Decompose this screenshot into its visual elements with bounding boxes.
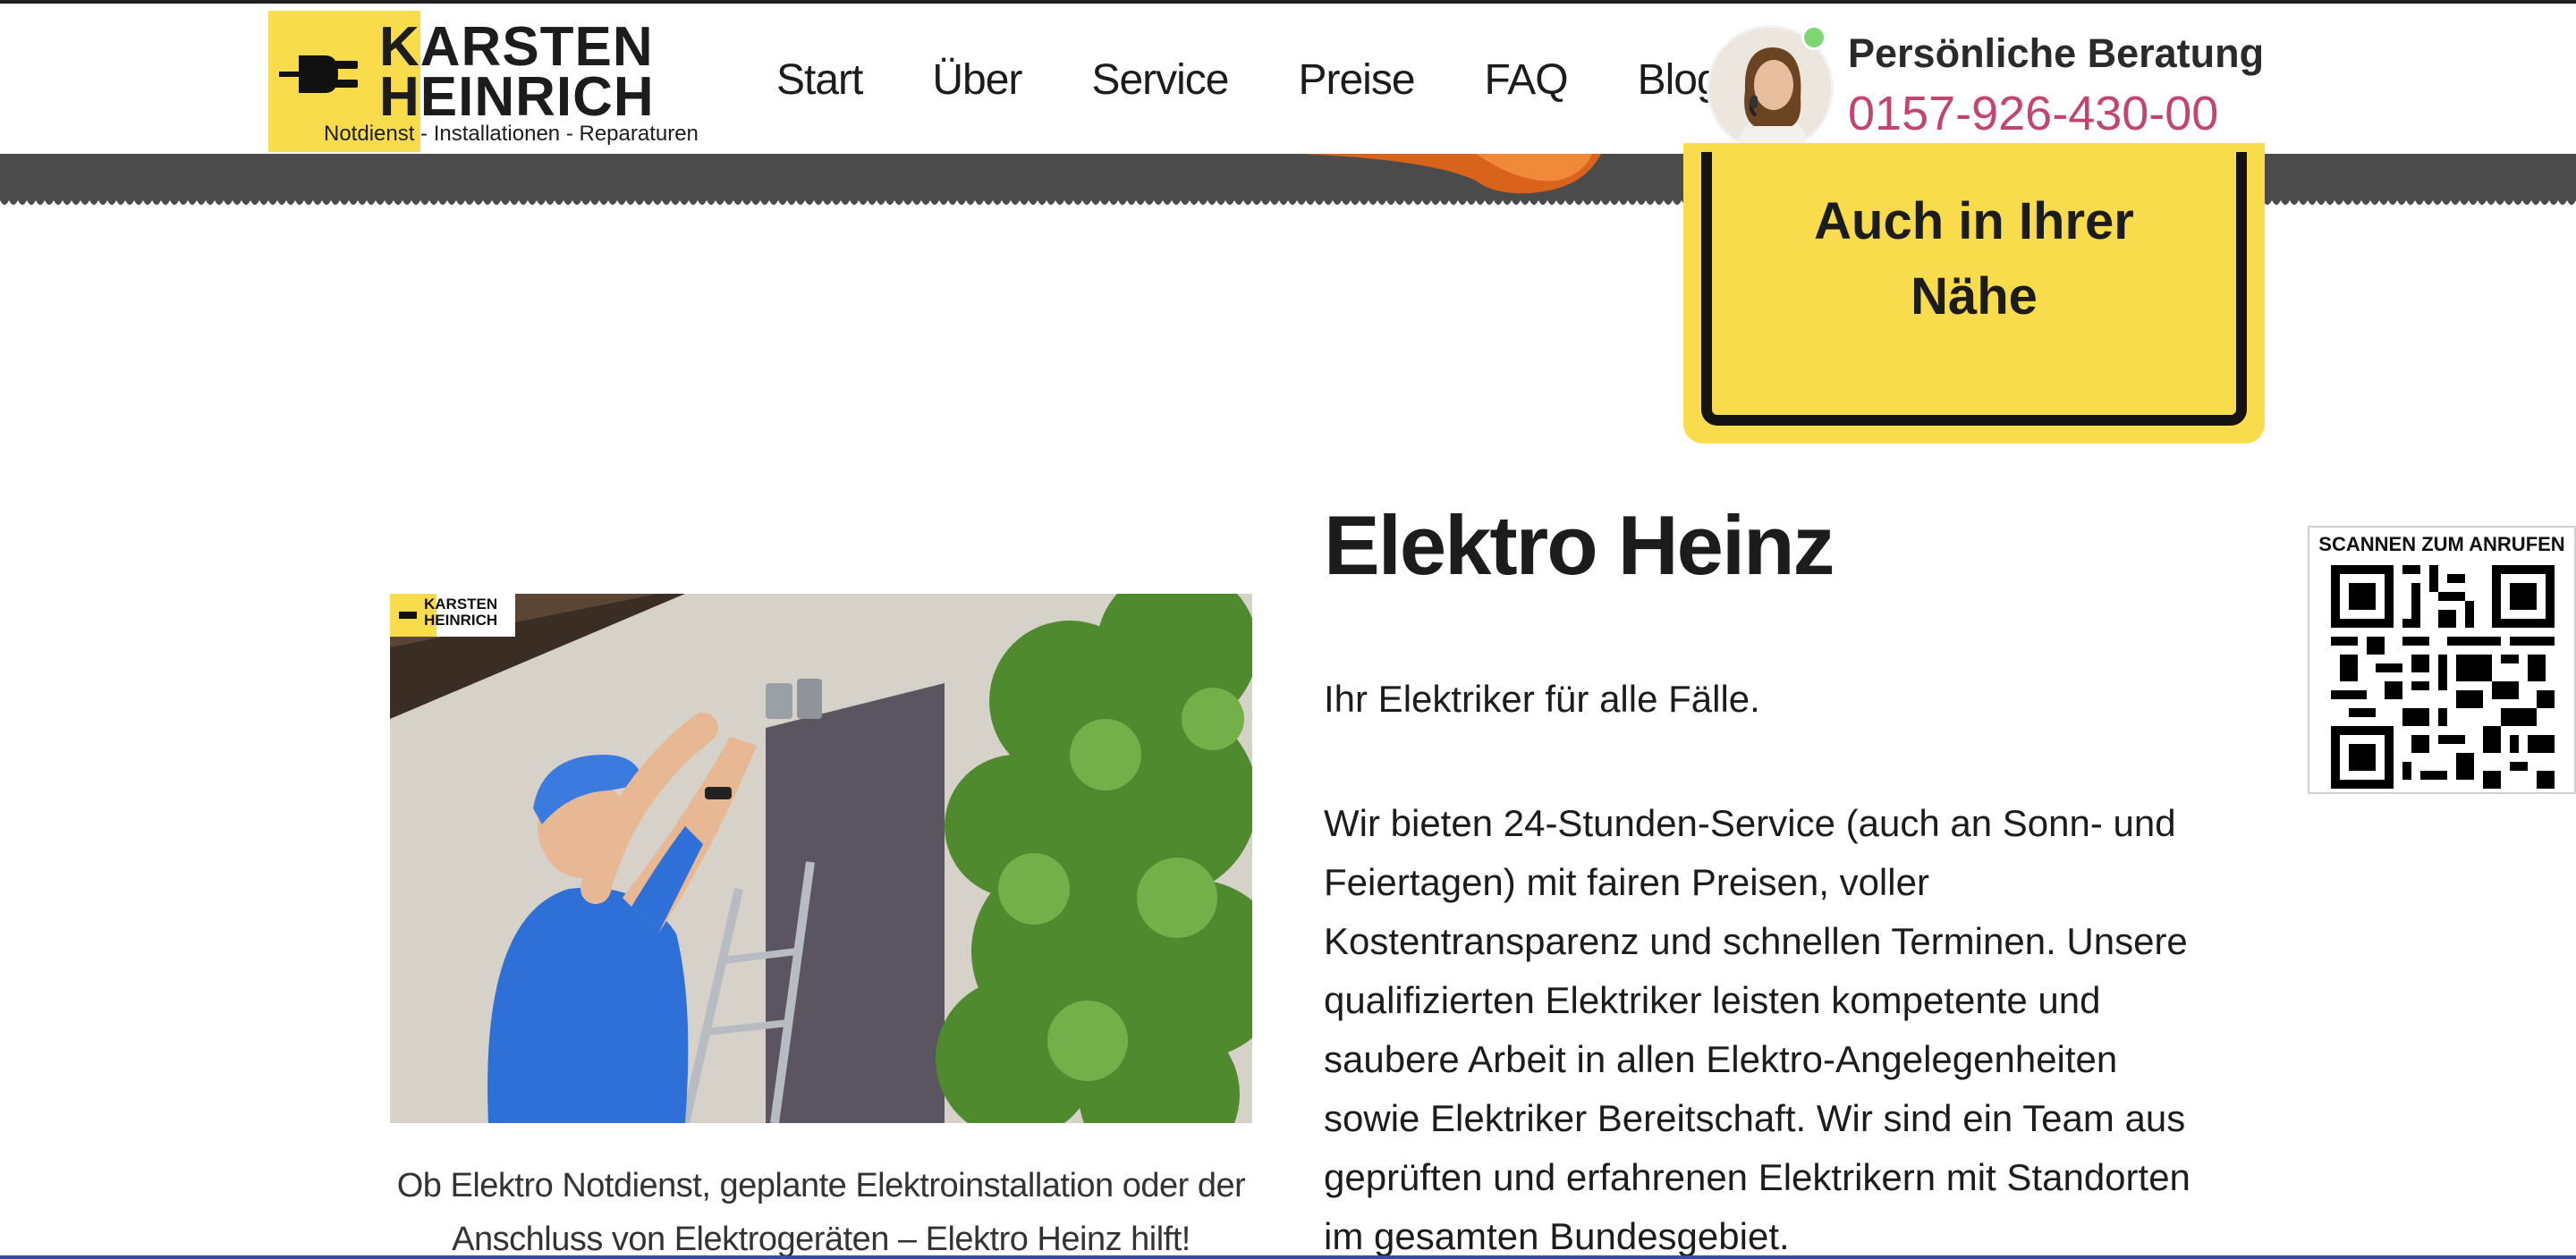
consult-phone-link[interactable]: 0157-926-430-00 xyxy=(1848,86,2218,141)
site-logo[interactable]: KARSTEN HEINRICH Notdienst - Installatio… xyxy=(268,11,699,152)
electrician-photo: KARSTEN HEINRICH xyxy=(390,594,1252,1123)
qr-call-widget[interactable]: SCANNEN ZUM ANRUFEN xyxy=(2308,526,2576,794)
decorative-orange-shape xyxy=(1297,154,1601,194)
page-title: Elektro Heinz xyxy=(1324,498,1835,592)
online-status-dot xyxy=(1801,25,1826,50)
consult-title: Persönliche Beratung xyxy=(1848,30,2265,76)
qr-code-icon xyxy=(2331,565,2555,789)
main-nav: Start Über Service Preise FAQ Blog xyxy=(776,55,1790,105)
nav-item-service[interactable]: Service xyxy=(1091,55,1229,105)
photo-caption: Ob Elektro Notdienst, geplante Elektroin… xyxy=(396,1167,1246,1258)
photo-watermark-line2: HEINRICH xyxy=(424,612,498,629)
nav-item-preise[interactable]: Preise xyxy=(1298,55,1415,105)
nearby-badge: Auch in Ihrer Nähe xyxy=(1683,143,2265,444)
nearby-badge-text: Auch in Ihrer Nähe xyxy=(1712,184,2236,334)
nearby-badge-frame: Auch in Ihrer Nähe xyxy=(1701,152,2247,426)
intro-paragraph: Wir bieten 24-Stunden-Service (auch an S… xyxy=(1324,802,2190,1257)
logo-tagline: Notdienst - Installationen - Reparaturen xyxy=(324,122,699,146)
nav-item-ueber[interactable]: Über xyxy=(932,55,1022,105)
nearby-badge-line1: Auch in Ihrer xyxy=(1814,192,2134,250)
photo-watermark-line1: KARSTEN xyxy=(424,596,498,613)
qr-label: SCANNEN ZUM ANRUFEN xyxy=(2318,533,2565,555)
lead-text: Ihr Elektriker für alle Fälle. xyxy=(1324,678,1760,720)
nearby-badge-line2: Nähe xyxy=(1911,267,2038,325)
nav-item-faq[interactable]: FAQ xyxy=(1485,55,1569,105)
logo-name-line2: HEINRICH xyxy=(379,66,655,128)
plug-icon xyxy=(279,55,358,93)
bottom-border xyxy=(0,1255,2576,1259)
site-header: KARSTEN HEINRICH Notdienst - Installatio… xyxy=(0,4,2576,154)
consultant-avatar[interactable] xyxy=(1707,25,1846,152)
nav-item-start[interactable]: Start xyxy=(776,55,863,105)
